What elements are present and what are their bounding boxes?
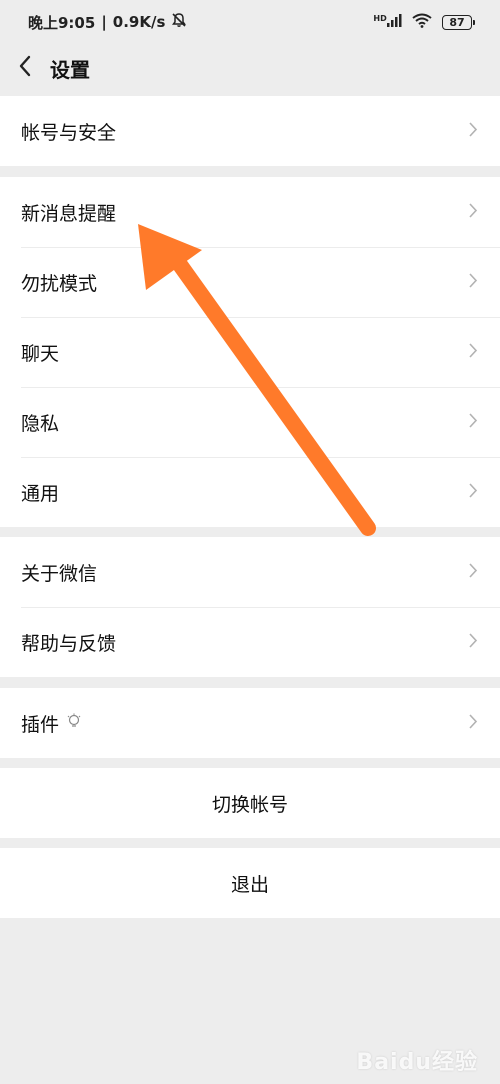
chevron-right-icon — [468, 632, 478, 653]
status-left: 晚上9:05 | 0.9K/s — [28, 12, 187, 33]
status-bar: 晚上9:05 | 0.9K/s HD 87 — [0, 0, 500, 44]
back-button[interactable] — [0, 44, 50, 92]
chevron-right-icon — [468, 482, 478, 503]
row-account-security[interactable]: 帐号与安全 — [0, 96, 500, 166]
nav-bar: 设置 — [0, 44, 500, 92]
row-label: 聊天 — [21, 342, 60, 365]
row-help-feedback[interactable]: 帮助与反馈 — [0, 607, 500, 677]
chevron-right-icon — [468, 342, 478, 363]
row-label: 帐号与安全 — [21, 121, 117, 144]
signal-icon: HD — [373, 13, 402, 31]
mute-bell-icon — [171, 12, 187, 32]
row-label: 新消息提醒 — [21, 202, 117, 225]
chevron-right-icon — [468, 202, 478, 223]
wifi-icon — [412, 13, 432, 32]
row-new-message-alert[interactable]: 新消息提醒 — [0, 177, 500, 247]
row-label: 帮助与反馈 — [21, 632, 117, 655]
status-right: HD 87 — [373, 13, 475, 32]
status-divider: | — [101, 13, 107, 31]
chevron-right-icon — [468, 562, 478, 583]
settings-group-about: 关于微信 帮助与反馈 — [0, 537, 500, 677]
settings-group-plugins: 插件 — [0, 688, 500, 758]
row-label: 通用 — [21, 482, 60, 505]
settings-group-general: 新消息提醒 勿扰模式 聊天 隐私 通用 — [0, 177, 500, 527]
lightbulb-icon — [67, 712, 81, 734]
hd-label: HD — [373, 14, 387, 23]
row-label: 勿扰模式 — [21, 272, 98, 295]
row-about-wechat[interactable]: 关于微信 — [0, 537, 500, 607]
switch-account-button[interactable]: 切换帐号 — [0, 768, 500, 838]
row-label-text: 插件 — [21, 713, 60, 736]
switch-account-group: 切换帐号 — [0, 768, 500, 838]
logout-group: 退出 — [0, 848, 500, 918]
row-label: 插件 — [21, 710, 81, 737]
chevron-right-icon — [468, 713, 478, 734]
page-title: 设置 — [50, 57, 90, 82]
row-do-not-disturb[interactable]: 勿扰模式 — [0, 247, 500, 317]
row-chat[interactable]: 聊天 — [0, 317, 500, 387]
chevron-right-icon — [468, 272, 478, 293]
settings-group-account: 帐号与安全 — [0, 96, 500, 166]
network-speed: 0.9K/s — [112, 13, 166, 31]
status-time: 晚上9:05 — [28, 13, 96, 32]
row-plugins[interactable]: 插件 — [0, 688, 500, 758]
row-label: 关于微信 — [21, 562, 98, 585]
chevron-right-icon — [468, 412, 478, 433]
row-label: 隐私 — [21, 412, 60, 435]
watermark-logo: Baidu经验 — [356, 1050, 478, 1075]
chevron-left-icon — [18, 55, 32, 81]
row-privacy[interactable]: 隐私 — [0, 387, 500, 457]
row-general[interactable]: 通用 — [0, 457, 500, 527]
logout-button[interactable]: 退出 — [0, 848, 500, 918]
battery-indicator: 87 — [442, 14, 475, 30]
chevron-right-icon — [468, 121, 478, 142]
